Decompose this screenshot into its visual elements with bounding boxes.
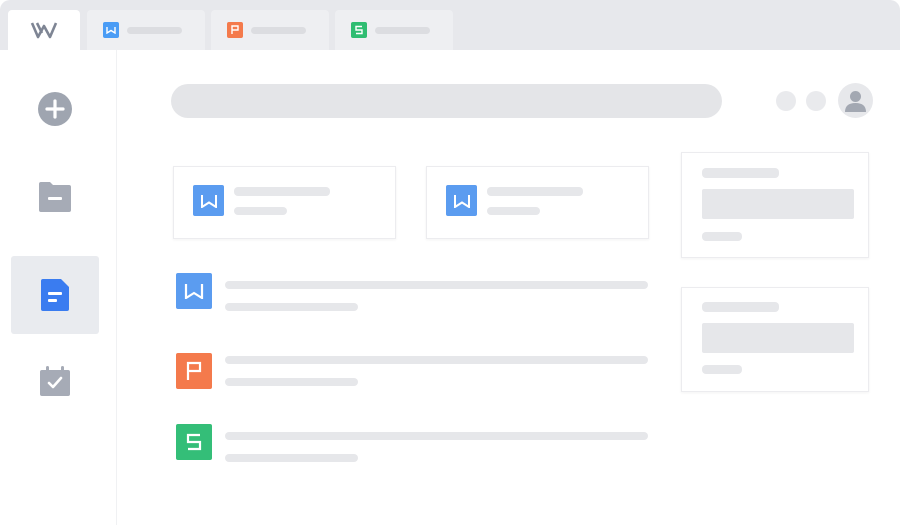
presentation-doc-icon bbox=[176, 353, 212, 389]
list-item-title-placeholder bbox=[225, 432, 648, 440]
calendar-check-icon bbox=[40, 366, 70, 396]
card-title-placeholder bbox=[487, 187, 583, 196]
tab-spreadsheet-document[interactable] bbox=[335, 10, 453, 50]
settings-dot-icon[interactable] bbox=[806, 91, 826, 111]
avatar[interactable] bbox=[838, 83, 873, 118]
sidebar-item-tasks[interactable] bbox=[11, 342, 99, 420]
writer-doc-icon bbox=[176, 273, 212, 309]
tab-writer-document[interactable] bbox=[87, 10, 205, 50]
tab-bar bbox=[0, 0, 900, 50]
spreadsheet-doc-icon bbox=[176, 424, 212, 460]
panel-title-placeholder bbox=[702, 168, 779, 178]
card-title-placeholder bbox=[234, 187, 330, 196]
list-item-title-placeholder bbox=[225, 356, 648, 364]
list-item[interactable] bbox=[176, 273, 648, 313]
tab-home[interactable] bbox=[8, 10, 80, 50]
list-item[interactable] bbox=[176, 353, 648, 393]
tab-title-placeholder bbox=[127, 26, 182, 34]
writer-doc-icon bbox=[193, 185, 224, 216]
list-item-meta-placeholder bbox=[225, 454, 358, 462]
spreadsheet-doc-icon bbox=[351, 22, 367, 38]
panel-footer-placeholder bbox=[702, 365, 742, 374]
panel-title-placeholder bbox=[702, 302, 779, 312]
tab-title-placeholder bbox=[251, 26, 306, 34]
search-bar[interactable] bbox=[171, 84, 722, 118]
sidebar-item-documents[interactable] bbox=[11, 256, 99, 334]
list-item[interactable] bbox=[176, 424, 648, 464]
sidebar bbox=[0, 50, 117, 525]
panel-content-placeholder bbox=[702, 323, 854, 353]
right-panel-card bbox=[681, 287, 869, 392]
user-avatar-icon bbox=[845, 91, 866, 112]
tab-title-placeholder bbox=[375, 26, 430, 34]
presentation-doc-icon bbox=[227, 22, 243, 38]
writer-doc-icon bbox=[103, 22, 119, 38]
panel-content-placeholder bbox=[702, 189, 854, 219]
new-plus-icon bbox=[38, 92, 72, 126]
writer-doc-icon bbox=[446, 185, 477, 216]
panel-footer-placeholder bbox=[702, 232, 742, 241]
folder-icon bbox=[39, 182, 71, 212]
list-item-meta-placeholder bbox=[225, 378, 358, 386]
card-subtitle-placeholder bbox=[487, 207, 540, 215]
recent-document-card[interactable] bbox=[173, 166, 396, 239]
list-item-title-placeholder bbox=[225, 281, 648, 289]
card-subtitle-placeholder bbox=[234, 207, 287, 215]
sidebar-item-folder[interactable] bbox=[11, 158, 99, 236]
sidebar-item-new[interactable] bbox=[11, 70, 99, 148]
right-panel-card bbox=[681, 152, 869, 258]
wps-w-logo-icon bbox=[30, 22, 58, 39]
document-icon bbox=[41, 279, 69, 311]
list-item-meta-placeholder bbox=[225, 303, 358, 311]
tab-presentation-document[interactable] bbox=[211, 10, 329, 50]
recent-document-card[interactable] bbox=[426, 166, 649, 239]
notification-dot-icon[interactable] bbox=[776, 91, 796, 111]
